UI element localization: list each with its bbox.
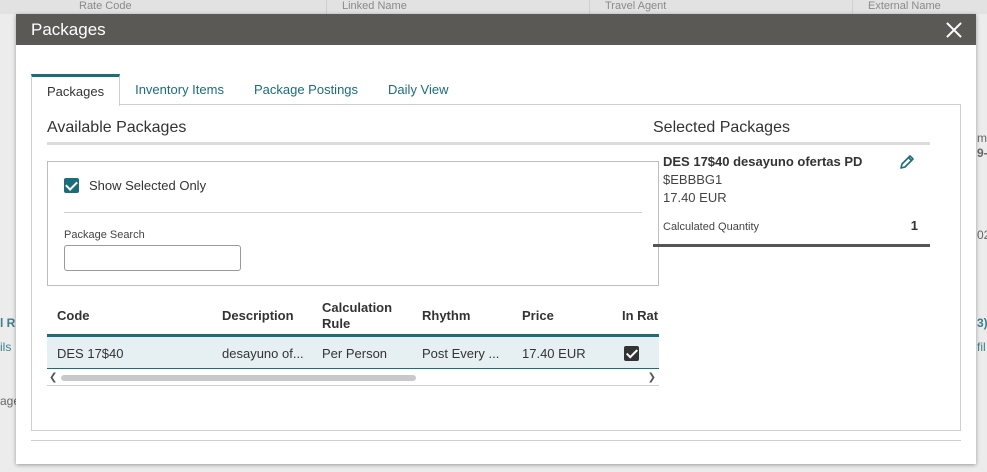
background-header-strip (0, 0, 987, 14)
cell-in-rate (624, 337, 639, 369)
bg-label-travel-agent: Travel Agent (605, 0, 667, 12)
chevron-left-icon[interactable]: ❮ (49, 372, 57, 383)
calculated-quantity-value: 1 (910, 218, 918, 233)
section-divider (47, 142, 659, 145)
calculated-quantity-label: Calculated Quantity (663, 221, 759, 233)
bg-label-external-name: External Name (868, 0, 941, 12)
bg-fragment: mb (977, 131, 987, 145)
horizontal-scrollbar[interactable]: ❮ ❯ (47, 370, 659, 386)
selected-package-card: DES 17$40 desayuno ofertas PD $EBBBG1 17… (653, 142, 930, 247)
cell-description: desayuno of... (222, 345, 304, 361)
column-header-calculation-rule[interactable]: Calculation Rule (322, 295, 402, 337)
tab-panel-packages: Available Packages Show Selected Only Pa… (31, 104, 961, 431)
column-header-code[interactable]: Code (57, 295, 90, 337)
bg-label-rate-code: Rate Code (79, 0, 132, 12)
tab-packages[interactable]: Packages (31, 74, 121, 106)
column-header-rhythm[interactable]: Rhythm (422, 295, 470, 337)
tab-bar: Packages Inventory Items Package Posting… (31, 74, 464, 106)
bg-fragment: 9- (977, 146, 987, 160)
show-selected-only-checkbox[interactable] (64, 178, 79, 193)
package-filter-panel: Show Selected Only Package Search (47, 161, 659, 286)
column-header-price[interactable]: Price (522, 295, 554, 337)
bg-fragment: 3) (977, 316, 987, 330)
close-icon[interactable] (942, 18, 966, 42)
selected-package-price: 17.40 EUR (663, 190, 727, 205)
bg-label-linked-name: Linked Name (342, 0, 407, 12)
table-header: Code Description Calculation Rule Rhythm… (47, 295, 659, 337)
show-selected-only-label: Show Selected Only (89, 178, 207, 193)
tab-inventory-items[interactable]: Inventory Items (120, 74, 239, 105)
package-search-input[interactable] (64, 245, 241, 271)
bg-fragment: 02 (977, 228, 987, 242)
bg-fragment: ils (0, 340, 12, 354)
bg-divider (326, 0, 327, 14)
column-header-in-rate[interactable]: In Rat (622, 295, 659, 337)
packages-dialog: Packages Packages Inventory Items Packag… (16, 14, 976, 464)
dialog-footer-divider (31, 440, 961, 441)
selected-packages-title: Selected Packages (653, 119, 790, 136)
in-rate-checkbox[interactable] (624, 345, 639, 361)
table-row[interactable]: DES 17$40 desayuno of... Per Person Post… (47, 337, 659, 369)
chevron-right-icon[interactable]: ❯ (648, 372, 656, 383)
cell-price: 17.40 EUR (522, 345, 586, 361)
bg-fragment: fil (977, 340, 986, 354)
cell-code: DES 17$40 (57, 345, 124, 361)
show-selected-only-option[interactable]: Show Selected Only (64, 178, 206, 193)
column-header-description[interactable]: Description (222, 295, 294, 337)
selected-package-code: $EBBBG1 (663, 172, 723, 187)
filter-divider (64, 212, 642, 213)
available-packages-title: Available Packages (47, 119, 187, 136)
bg-divider (589, 0, 590, 14)
cell-calculation-rule: Per Person (322, 345, 388, 361)
dialog-title: Packages (31, 19, 106, 39)
package-search-label: Package Search (64, 229, 145, 241)
selected-package-name: DES 17$40 desayuno ofertas PD (663, 154, 863, 169)
available-packages-table: Code Description Calculation Rule Rhythm… (47, 295, 659, 386)
dialog-header: Packages (16, 14, 976, 45)
scrollbar-thumb[interactable] (61, 375, 416, 381)
tab-daily-view[interactable]: Daily View (373, 74, 463, 105)
tab-package-postings[interactable]: Package Postings (239, 74, 373, 105)
cell-rhythm: Post Every ... (422, 345, 500, 361)
bg-divider (852, 0, 853, 14)
pencil-icon[interactable] (898, 153, 916, 171)
bg-fragment: l R (0, 316, 16, 330)
